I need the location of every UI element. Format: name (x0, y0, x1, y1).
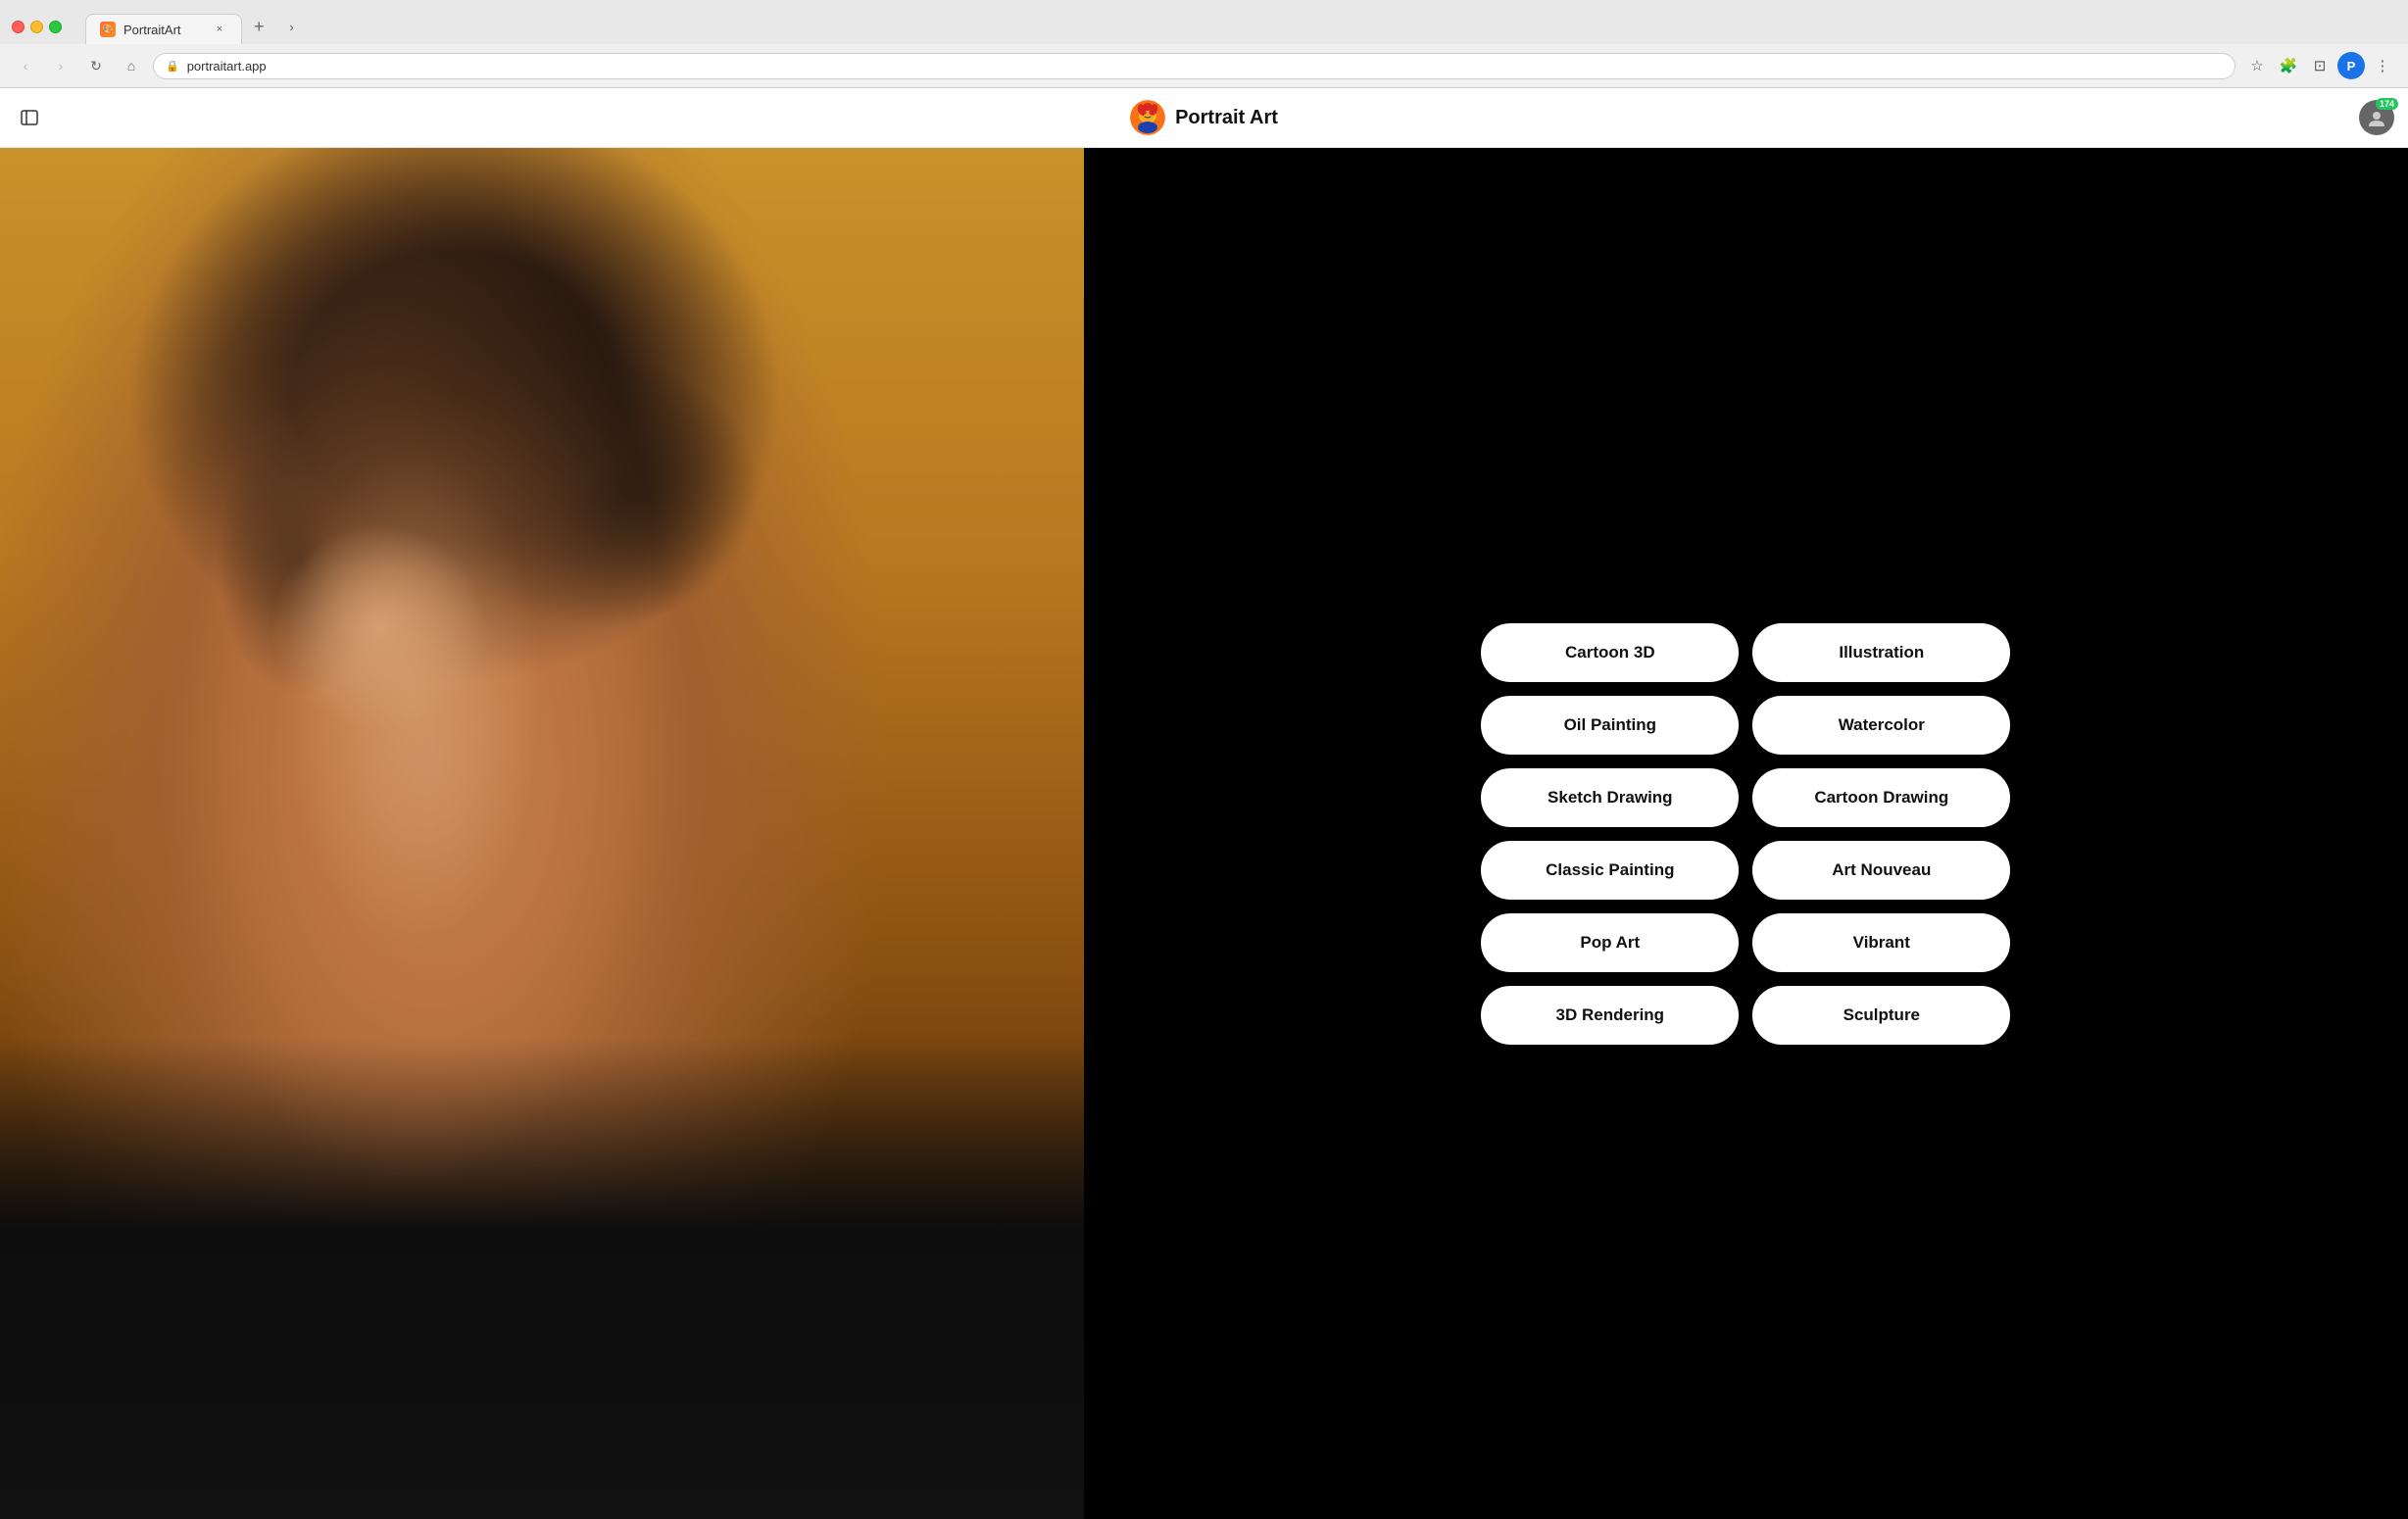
tab-close-button[interactable]: × (212, 22, 227, 37)
more-options-button[interactable]: ⋮ (2369, 52, 2396, 79)
sidebar-view-icon: ⊡ (2314, 57, 2327, 74)
browser-chrome: 🎨 PortraitArt × + › ‹ › ↻ ⌂ 🔒 portraitar… (0, 0, 2408, 88)
maximize-window-button[interactable] (49, 21, 62, 33)
style-button-3d-rendering[interactable]: 3D Rendering (1481, 986, 1739, 1045)
reload-button[interactable]: ↻ (82, 52, 110, 79)
portrait-section (0, 148, 1084, 1519)
profile-button[interactable]: P (2337, 52, 2365, 79)
browser-tab[interactable]: 🎨 PortraitArt × (85, 14, 242, 44)
style-button-pop-art[interactable]: Pop Art (1481, 913, 1739, 972)
user-badge-count: 174 (2376, 98, 2398, 110)
style-button-illustration[interactable]: Illustration (1752, 623, 2010, 682)
tab-overflow-chevron[interactable]: › (282, 14, 302, 41)
style-button-watercolor[interactable]: Watercolor (1752, 696, 2010, 755)
extensions-icon: 🧩 (2280, 57, 2298, 74)
style-button-sketch-drawing[interactable]: Sketch Drawing (1481, 768, 1739, 827)
styles-section: Cartoon 3DIllustrationOil PaintingWaterc… (1084, 148, 2408, 1519)
url-display: portraitart.app (187, 59, 267, 74)
tab-favicon: 🎨 (100, 22, 116, 37)
clothing-overlay (0, 1039, 1084, 1519)
user-avatar-container: 174 (2359, 100, 2394, 135)
star-icon: ☆ (2250, 57, 2263, 74)
forward-icon: › (59, 58, 64, 74)
sidebar-view-button[interactable]: ⊡ (2306, 52, 2334, 79)
user-avatar-icon (2366, 107, 2387, 128)
style-button-cartoon-drawing[interactable]: Cartoon Drawing (1752, 768, 2010, 827)
app-logo-area: Portrait Art (1130, 100, 1278, 135)
secure-lock-icon: 🔒 (166, 60, 179, 73)
address-bar[interactable]: 🔒 portraitart.app (153, 53, 2236, 79)
more-icon: ⋮ (2376, 57, 2390, 74)
style-button-cartoon-3d[interactable]: Cartoon 3D (1481, 623, 1739, 682)
minimize-window-button[interactable] (30, 21, 43, 33)
style-button-vibrant[interactable]: Vibrant (1752, 913, 2010, 972)
style-button-oil-painting[interactable]: Oil Painting (1481, 696, 1739, 755)
app-header: Portrait Art 174 (0, 88, 2408, 148)
app-title: Portrait Art (1175, 107, 1278, 129)
sidebar-toggle-icon (20, 108, 39, 127)
reload-icon: ↻ (90, 58, 102, 74)
app-logo-icon (1130, 100, 1165, 135)
forward-button[interactable]: › (47, 52, 74, 79)
sidebar-toggle-button[interactable] (14, 102, 45, 133)
navigation-bar: ‹ › ↻ ⌂ 🔒 portraitart.app ☆ 🧩 ⊡ P (0, 44, 2408, 87)
hair-overlay (0, 148, 1084, 1519)
extensions-button[interactable]: 🧩 (2275, 52, 2302, 79)
back-button[interactable]: ‹ (12, 52, 39, 79)
tab-title: PortraitArt (123, 23, 181, 37)
style-button-sculpture[interactable]: Sculpture (1752, 986, 2010, 1045)
home-icon: ⌂ (127, 58, 135, 74)
app-logo-svg (1130, 100, 1165, 135)
nav-action-buttons: ☆ 🧩 ⊡ P ⋮ (2243, 52, 2396, 79)
style-button-classic-painting[interactable]: Classic Painting (1481, 841, 1739, 900)
style-button-art-nouveau[interactable]: Art Nouveau (1752, 841, 2010, 900)
back-icon: ‹ (24, 58, 28, 74)
user-area: 174 (2359, 100, 2394, 135)
title-bar: 🎨 PortraitArt × + › (0, 0, 2408, 44)
tab-bar: 🎨 PortraitArt × + (85, 10, 274, 44)
portrait-image (0, 148, 1084, 1519)
styles-grid: Cartoon 3DIllustrationOil PaintingWaterc… (1481, 623, 2010, 1045)
new-tab-button[interactable]: + (244, 10, 274, 44)
main-content: Cartoon 3DIllustrationOil PaintingWaterc… (0, 148, 2408, 1519)
home-button[interactable]: ⌂ (118, 52, 145, 79)
bookmark-button[interactable]: ☆ (2243, 52, 2271, 79)
traffic-lights (12, 21, 62, 33)
close-window-button[interactable] (12, 21, 25, 33)
